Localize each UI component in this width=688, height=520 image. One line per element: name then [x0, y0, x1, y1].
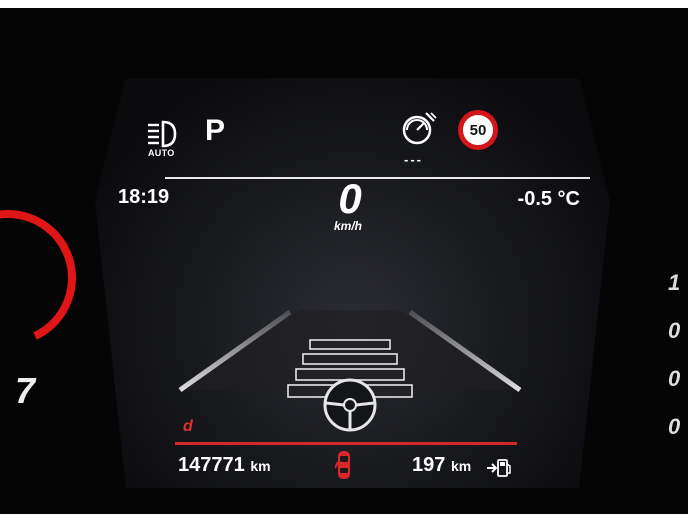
- fuel-station-icon: [487, 459, 511, 477]
- right-gauge-tick: 0: [668, 414, 681, 439]
- header-divider: [165, 177, 590, 179]
- car-door-open-icon: [335, 451, 350, 479]
- steering-wheel-icon: [323, 378, 377, 432]
- right-gauge-tick: 0: [668, 318, 681, 343]
- gear-indicator: P: [205, 114, 226, 147]
- odometer-unit: km: [250, 458, 271, 474]
- range-display: 197 km: [412, 454, 471, 477]
- lane-assist-view: [178, 309, 522, 432]
- speed-unit: km/h: [333, 219, 362, 233]
- speed-assist-icon: [402, 112, 437, 145]
- odometer: 147771 km: [178, 454, 271, 477]
- range-value: 197: [412, 454, 446, 476]
- headlight-mode-label: AUTO: [148, 148, 175, 158]
- speed-limit-sign-icon: 50: [458, 110, 498, 150]
- drive-mode-indicator: d: [183, 418, 193, 435]
- top-frame: [0, 0, 688, 8]
- left-gauge: 7: [0, 190, 96, 411]
- right-gauge-digits: 1 0 0 0: [668, 270, 688, 462]
- range-unit: km: [450, 458, 472, 474]
- speed-value: 0: [338, 175, 362, 222]
- bottom-frame: [0, 514, 688, 520]
- drive-mode-line: [175, 442, 517, 445]
- outside-temperature: -0.5 °C: [517, 188, 580, 210]
- right-gauge-tick: 0: [668, 366, 681, 391]
- cruise-set-speed: ---: [404, 152, 423, 167]
- odometer-value: 147771: [178, 454, 245, 476]
- tachometer-red-zone: [0, 190, 96, 366]
- clock: 18:19: [118, 186, 170, 208]
- tachometer-number: 7: [15, 370, 36, 411]
- speed-limit-value: 50: [469, 121, 487, 139]
- right-gauge-tick: 1: [668, 270, 681, 295]
